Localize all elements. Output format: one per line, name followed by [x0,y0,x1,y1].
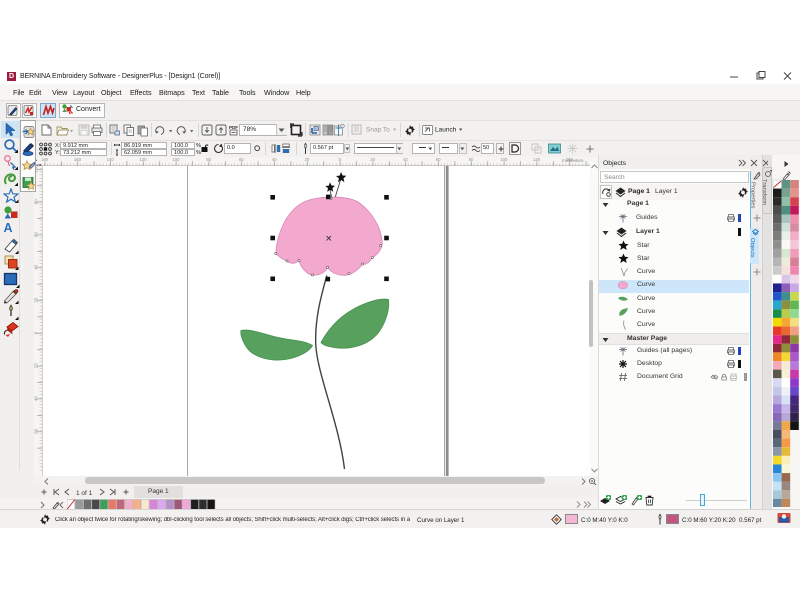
svg-text:60: 60 [34,232,39,237]
svg-text:80: 80 [34,199,39,204]
svg-text:100: 100 [500,157,508,162]
svg-text:PDF: PDF [229,125,238,130]
svg-text:0: 0 [34,331,39,334]
svg-text:120: 120 [533,157,541,162]
svg-text:100: 100 [172,157,180,162]
svg-text:40: 40 [403,157,408,162]
svg-text:0: 0 [339,157,342,162]
svg-text:120: 120 [139,157,147,162]
svg-text:80: 80 [206,157,211,162]
svg-text:20: 20 [370,157,375,162]
svg-text:Launch: Launch [435,127,457,134]
svg-text:20: 20 [34,297,39,302]
svg-text:1 of 1: 1 of 1 [76,490,93,497]
svg-text:60: 60 [239,157,244,162]
svg-text:40: 40 [34,264,39,269]
svg-text:180: 180 [41,157,49,162]
svg-text:140: 140 [107,157,115,162]
svg-text:160: 160 [74,157,82,162]
svg-text:20: 20 [305,157,310,162]
svg-text:60: 60 [34,428,39,433]
svg-text:20: 20 [34,363,39,368]
svg-text:60: 60 [436,157,441,162]
svg-text:80: 80 [469,157,474,162]
svg-text:40: 40 [272,157,277,162]
svg-text:Snap To: Snap To [366,127,390,134]
svg-text:40: 40 [34,396,39,401]
